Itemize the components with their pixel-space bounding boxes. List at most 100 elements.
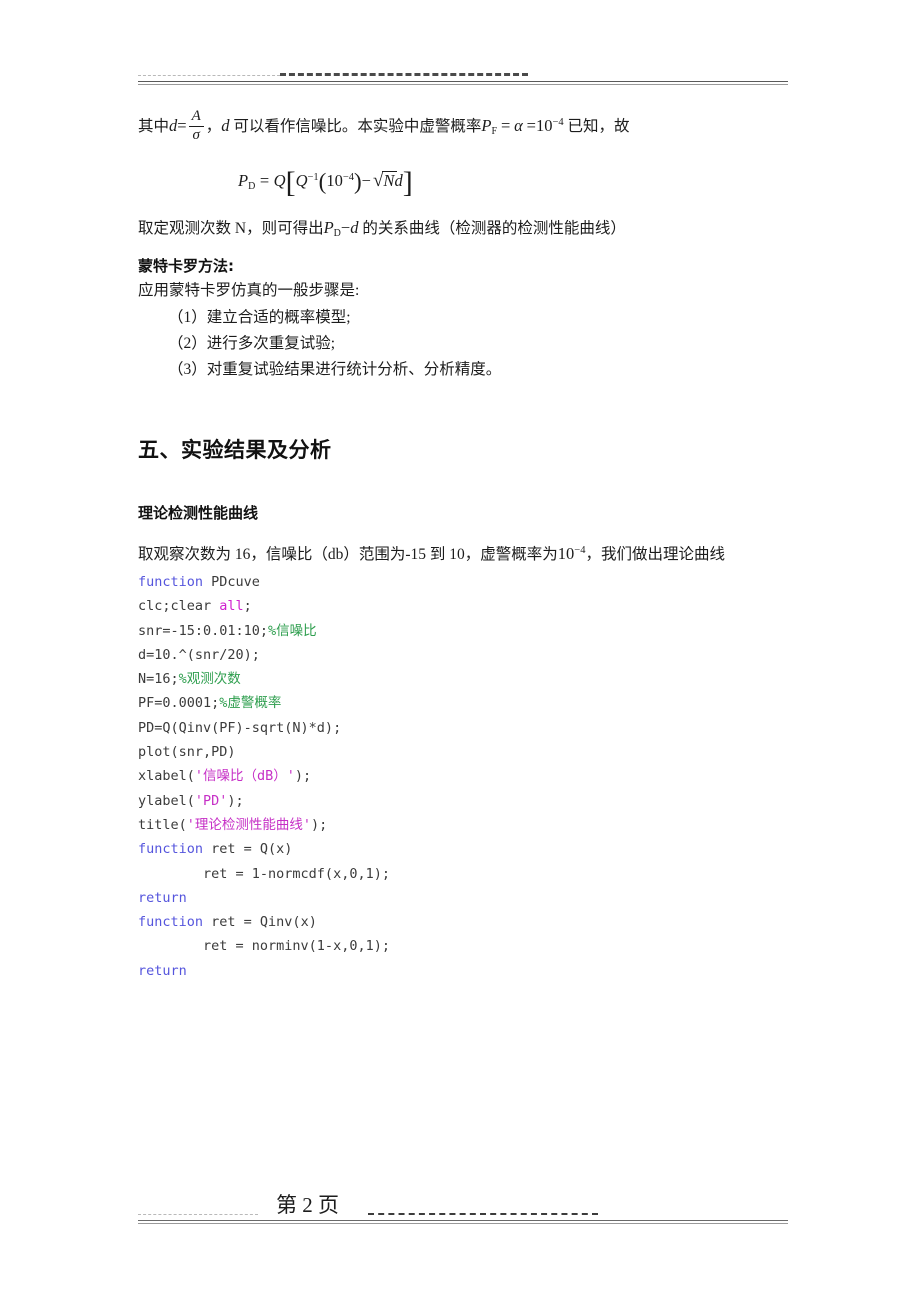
heading-monte-carlo: 蒙特卡罗方法: — [138, 257, 234, 275]
p1-ten-exponent: −4 — [552, 117, 564, 128]
code-line: ret = norminv(1-x,0,1); — [138, 934, 390, 958]
header-dash-dark — [280, 73, 528, 76]
code-line: PF=0.0001;%虚警概率 — [138, 691, 390, 715]
code-line: function ret = Q(x) — [138, 837, 390, 861]
code-token: ylabel( — [138, 792, 195, 809]
p1-equals-2: = — [500, 116, 511, 135]
matlab-code-block: function PDcuve clc;clear all; snr=-15:0.0… — [138, 570, 390, 983]
footer-solid-line — [138, 1220, 788, 1221]
footer-dash-dark — [368, 1213, 598, 1215]
code-token: %虚警概率 — [219, 695, 282, 712]
eq-d: d — [394, 171, 403, 190]
monte-carlo-item-3: （3）对重复试验结果进行统计分析、分析精度。 — [168, 361, 502, 378]
p1-alpha: α — [514, 116, 523, 135]
code-token: ret = Q(x) — [203, 841, 293, 858]
p1-ten: 10 — [535, 116, 553, 135]
p2-minus: − — [340, 218, 351, 237]
code-line: ret = 1-normcdf(x,0,1); — [138, 862, 390, 886]
code-token: ); — [294, 768, 312, 785]
code-token: ; — [243, 598, 252, 615]
code-token: title( — [138, 816, 187, 833]
p2-text-b: 的关系曲线（检测器的检测性能曲线） — [362, 220, 626, 237]
footer-page-number: 第 2 页 — [272, 1189, 343, 1219]
eq-n: N — [383, 171, 395, 190]
eq-equals: = — [259, 171, 270, 190]
eq-q-inner-exponent: −1 — [307, 172, 319, 183]
eq-ten: 10 — [326, 171, 343, 190]
eq-minus: − — [361, 171, 371, 190]
p2-pd-subscript: D — [333, 228, 341, 239]
code-line: PD=Q(Qinv(PF)-sqrt(N)*d); — [138, 716, 390, 740]
eq-bracket-close: ] — [402, 166, 413, 199]
fraction-denominator: σ — [192, 126, 200, 143]
code-token: clc;clear — [138, 598, 220, 615]
code-line: xlabel('信噪比（dB）'); — [138, 764, 390, 788]
fraction-numerator: A — [191, 108, 201, 125]
paragraph-pd-d-curve: 取定观测次数 N，则可得出PD−d 的关系曲线（检测器的检测性能曲线） — [138, 215, 626, 247]
code-token: %信噪比 — [268, 622, 317, 639]
section-heading-five: 五、实验结果及分析 — [138, 438, 332, 462]
code-token: function — [138, 574, 204, 590]
footer-dash-light — [138, 1214, 258, 1215]
code-token: 'PD' — [194, 792, 228, 809]
code-line: clc;clear all; — [138, 594, 390, 618]
code-token: ret = 1-normcdf(x,0,1); — [138, 865, 390, 882]
p1-prefix: 其中 — [138, 118, 170, 135]
code-line: return — [138, 959, 390, 983]
code-token: xlabel( — [138, 768, 195, 785]
page-header-rule — [138, 72, 788, 85]
code-token: return — [138, 962, 187, 979]
page-footer-rule — [138, 1200, 788, 1224]
header-solid-line — [138, 81, 788, 82]
code-line: ylabel('PD'); — [138, 789, 390, 813]
p3-text-b: ，我们做出理论曲线 — [585, 546, 725, 563]
code-token: all — [219, 598, 244, 615]
p1-equals: = — [177, 116, 187, 135]
code-line: title('理论检测性能曲线'); — [138, 813, 390, 837]
eq-sqrt-group: √ N — [371, 170, 397, 192]
code-token: ret = Qinv(x) — [203, 914, 317, 931]
eq-paren-close: ) — [354, 169, 362, 194]
eq-bracket-open: [ — [285, 166, 296, 199]
code-token: snr=-15:0.01:10; — [138, 622, 269, 639]
p3-text-a: 取观察次数为 16，信噪比（db）范围为-15 到 10，虚警概率为 — [138, 546, 558, 563]
p2-d-symbol: d — [350, 218, 359, 237]
monte-carlo-item-1: （1）建立合适的概率模型; — [168, 309, 351, 326]
code-token: plot(snr,PD) — [138, 744, 236, 761]
fraction-a-over-sigma: Aσ — [188, 108, 204, 144]
code-token: d=10.^(snr/20); — [138, 646, 260, 663]
p2-pd-symbol: P — [323, 218, 334, 237]
code-line: function ret = Qinv(x) — [138, 910, 390, 934]
header-solid-line-secondary — [138, 84, 788, 85]
p3-ten: 10 — [557, 544, 575, 563]
code-line: plot(snr,PD) — [138, 740, 390, 764]
code-token: PD=Q(Qinv(PF)-sqrt(N)*d); — [138, 719, 342, 736]
p1-comma: ， — [205, 118, 222, 135]
code-line: snr=-15:0.01:10;%信噪比 — [138, 619, 390, 643]
subheading-theory-curve: 理论检测性能曲线 — [138, 504, 259, 522]
eq-pd: P — [238, 171, 249, 190]
code-line: function PDcuve — [138, 570, 390, 594]
footer-solid-line-secondary — [138, 1223, 788, 1224]
code-line: return — [138, 886, 390, 910]
code-token: function — [138, 914, 204, 931]
paragraph-parameters: 取观察次数为 16，信噪比（db）范围为-15 到 10，虚警概率为10−4，我… — [138, 538, 725, 568]
display-equation-pd: PD = Q[Q−1(10−4)− √ Nd] — [238, 166, 413, 200]
code-token: ); — [227, 792, 244, 809]
monte-carlo-item-2: （2）进行多次重复试验; — [168, 335, 336, 352]
code-token: ); — [311, 816, 328, 833]
p1-pf-subscript: F — [491, 126, 498, 137]
code-token: '理论检测性能曲线' — [186, 816, 312, 833]
p1-equals-3: = — [526, 116, 536, 135]
monte-carlo-intro: 应用蒙特卡罗仿真的一般步骤是: — [138, 282, 360, 299]
sqrt-overbar — [381, 171, 397, 172]
code-token: function — [138, 841, 204, 858]
code-token: '信噪比（dB）' — [194, 768, 295, 785]
code-token: PDcuve — [203, 574, 260, 590]
p1-symbol-d2: d — [221, 116, 230, 135]
code-token: return — [138, 889, 187, 906]
p2-text-a: 取定观测次数 N，则可得出 — [138, 220, 324, 237]
paragraph-definition-d: 其中d= Aσ ，d 可以看作信噪比。本实验中虚警概率PF = α =10−4 已知… — [138, 108, 630, 145]
p3-ten-exponent: −4 — [574, 545, 586, 556]
code-token: N=16; — [138, 671, 179, 688]
